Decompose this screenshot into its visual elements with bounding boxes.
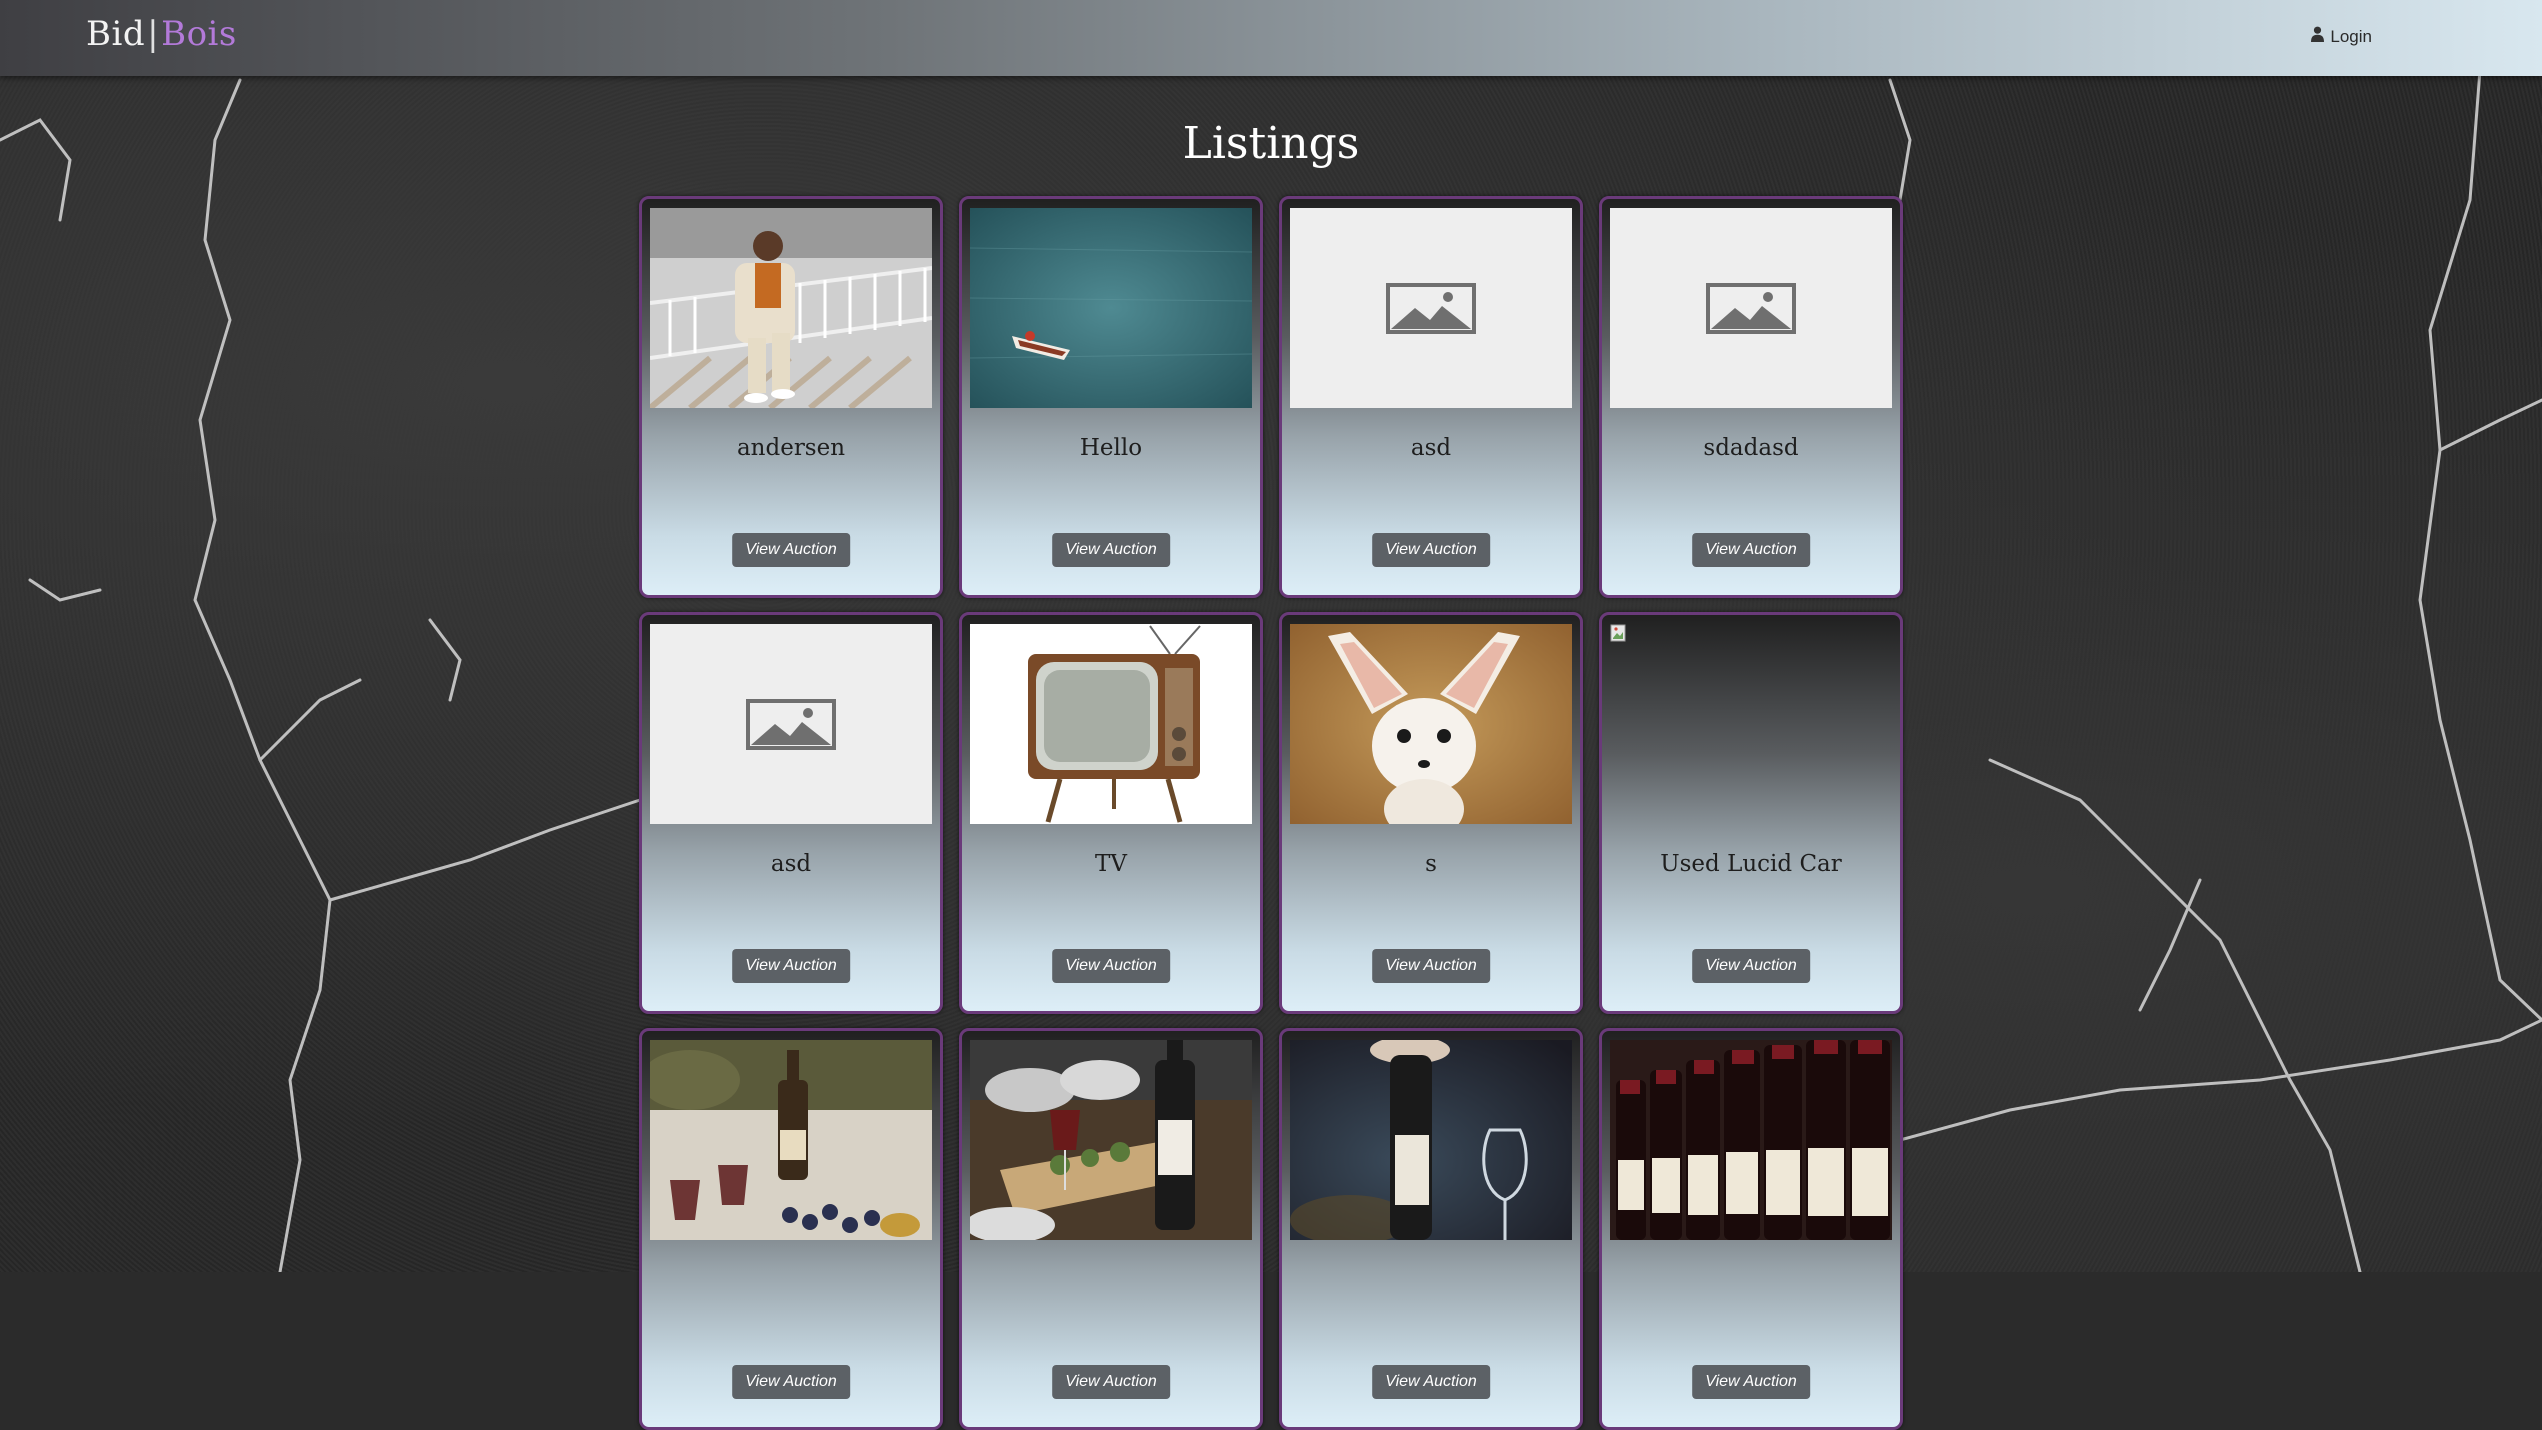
listing-card: View Auction xyxy=(959,1028,1263,1430)
view-auction-button[interactable]: View Auction xyxy=(1692,533,1810,567)
listing-title[interactable]: s xyxy=(1282,851,1580,877)
listing-card: View Auction xyxy=(1279,1028,1583,1430)
listing-title[interactable]: Hello xyxy=(962,435,1260,461)
page-title: Listings xyxy=(1182,118,1360,169)
view-auction-button[interactable]: View Auction xyxy=(1372,533,1490,567)
listing-card: Used Lucid Car View Auction xyxy=(1599,612,1903,1014)
brand-separator: | xyxy=(147,14,160,54)
listing-card: asd View Auction xyxy=(1279,196,1583,598)
brand-bid: Bid xyxy=(86,14,146,54)
view-auction-button[interactable]: View Auction xyxy=(1692,949,1810,983)
listing-image[interactable] xyxy=(970,208,1252,408)
listing-card: s View Auction xyxy=(1279,612,1583,1014)
placeholder-image-icon[interactable] xyxy=(650,624,932,824)
listings-grid: andersen View Auction Hello View Auction xyxy=(639,196,1903,1430)
brand-bois: Bois xyxy=(161,14,237,54)
placeholder-image-icon[interactable] xyxy=(1290,208,1572,408)
broken-image-icon[interactable] xyxy=(1610,624,1892,824)
view-auction-button[interactable]: View Auction xyxy=(732,949,850,983)
listing-title[interactable]: TV xyxy=(962,851,1260,877)
view-auction-button[interactable]: View Auction xyxy=(732,533,850,567)
listing-card: View Auction xyxy=(1599,1028,1903,1430)
listing-card: TV View Auction xyxy=(959,612,1263,1014)
listing-title[interactable]: asd xyxy=(642,851,940,877)
login-link[interactable]: Login xyxy=(2310,26,2372,47)
navbar: Bid|Bois Login xyxy=(0,0,2542,76)
listing-card: View Auction xyxy=(639,1028,943,1430)
view-auction-button[interactable]: View Auction xyxy=(1692,1365,1810,1399)
listing-title[interactable]: sdadasd xyxy=(1602,435,1900,461)
view-auction-button[interactable]: View Auction xyxy=(1052,1365,1170,1399)
listing-card: andersen View Auction xyxy=(639,196,943,598)
view-auction-button[interactable]: View Auction xyxy=(1052,533,1170,567)
view-auction-button[interactable]: View Auction xyxy=(1052,949,1170,983)
listing-image[interactable] xyxy=(1610,1040,1892,1240)
listing-card: Hello View Auction xyxy=(959,196,1263,598)
listing-image[interactable] xyxy=(1290,624,1572,824)
view-auction-button[interactable]: View Auction xyxy=(1372,949,1490,983)
listing-image[interactable] xyxy=(1290,1040,1572,1240)
user-icon xyxy=(2310,26,2325,47)
brand-logo[interactable]: Bid|Bois xyxy=(86,14,237,54)
view-auction-button[interactable]: View Auction xyxy=(732,1365,850,1399)
listing-title[interactable]: Used Lucid Car xyxy=(1602,851,1900,877)
listing-card: asd View Auction xyxy=(639,612,943,1014)
listing-image[interactable] xyxy=(970,624,1252,824)
login-label: Login xyxy=(2330,26,2372,46)
listing-image[interactable] xyxy=(650,208,932,408)
placeholder-image-icon[interactable] xyxy=(1610,208,1892,408)
listing-image[interactable] xyxy=(650,1040,932,1240)
listing-title[interactable]: asd xyxy=(1282,435,1580,461)
listing-card: sdadasd View Auction xyxy=(1599,196,1903,598)
listing-image[interactable] xyxy=(970,1040,1252,1240)
view-auction-button[interactable]: View Auction xyxy=(1372,1365,1490,1399)
listing-title[interactable]: andersen xyxy=(642,435,940,461)
